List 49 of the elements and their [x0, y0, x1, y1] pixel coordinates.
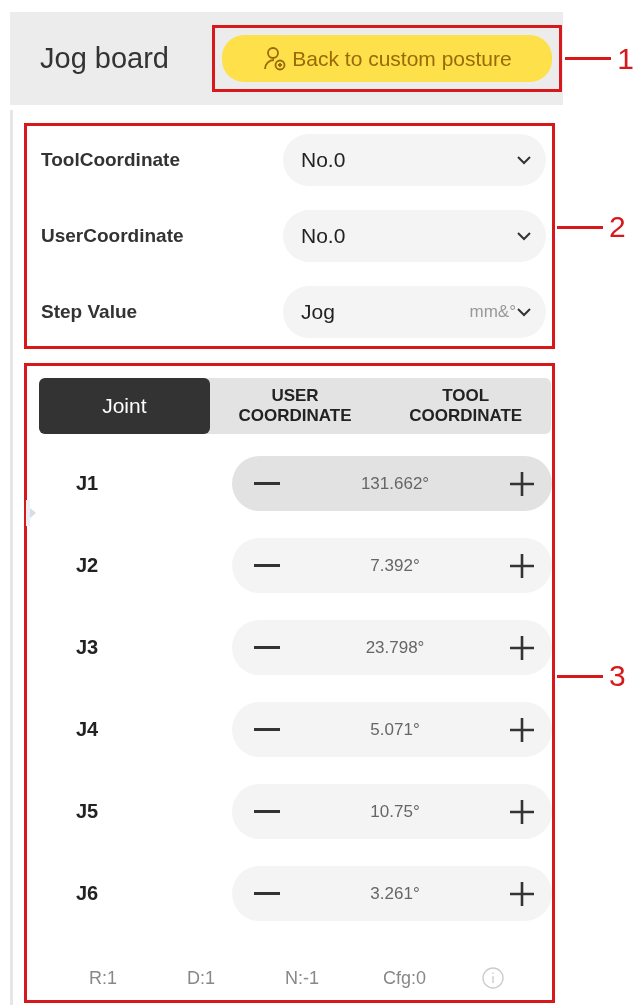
setting-label: Step Value [41, 301, 139, 323]
callout-number: 2 [609, 210, 626, 244]
joint-value: 3.261° [370, 883, 420, 904]
leader-line [557, 674, 603, 678]
dropdown-select[interactable]: No.0 [283, 134, 546, 186]
joint-value: 131.662° [360, 473, 430, 494]
joint-label: J2 [75, 554, 100, 577]
panel-title: Jog board [40, 42, 170, 75]
joint-label: J5 [75, 800, 100, 823]
callout-number: 1 [617, 41, 634, 76]
joint-value: 10.75° [370, 801, 420, 822]
minus-icon[interactable] [254, 481, 281, 486]
joint-label: J6 [75, 882, 100, 905]
plus-icon[interactable] [510, 799, 534, 824]
plus-icon[interactable] [510, 471, 534, 496]
setting-label: ToolCoordinate [41, 149, 181, 171]
joint-label: J1 [75, 472, 100, 495]
joint-value: 23.798° [365, 637, 425, 658]
joint-label: J4 [75, 718, 100, 741]
status-value: Cfg:0 [383, 967, 428, 989]
chevron-down-icon [516, 231, 532, 241]
minus-icon[interactable] [254, 809, 281, 814]
chevron-down-icon [516, 307, 532, 317]
plus-icon[interactable] [510, 881, 534, 906]
coordinate-tab[interactable]: Joint [39, 378, 210, 434]
expand-handle-icon[interactable] [26, 500, 36, 526]
plus-icon[interactable] [510, 635, 534, 660]
minus-icon[interactable] [254, 563, 281, 568]
coordinate-tab[interactable]: TOOL COORDINATE [380, 378, 551, 434]
setting-label: UserCoordinate [41, 225, 185, 247]
plus-icon[interactable] [510, 717, 534, 742]
joint-value: 7.392° [370, 555, 420, 576]
joint-value: 5.071° [370, 719, 420, 740]
dropdown-select[interactable]: Jog mm&° [283, 286, 546, 338]
minus-icon[interactable] [254, 891, 281, 896]
callout-number: 3 [609, 659, 626, 693]
status-value: D:1 [187, 967, 216, 989]
plus-icon[interactable] [510, 553, 534, 578]
chevron-down-icon [516, 155, 532, 165]
minus-icon[interactable] [254, 727, 281, 732]
dropdown-select[interactable]: No.0 [283, 210, 546, 262]
leader-line [565, 57, 612, 60]
leader-line [557, 225, 603, 229]
coordinate-tab[interactable]: USER COORDINATE [209, 378, 381, 434]
status-value: N:-1 [285, 967, 320, 989]
minus-icon[interactable] [254, 645, 281, 650]
back-to-posture-button[interactable]: Back to custom posture [222, 35, 552, 82]
joint-label: J3 [75, 636, 100, 659]
status-value: R:1 [89, 967, 118, 989]
